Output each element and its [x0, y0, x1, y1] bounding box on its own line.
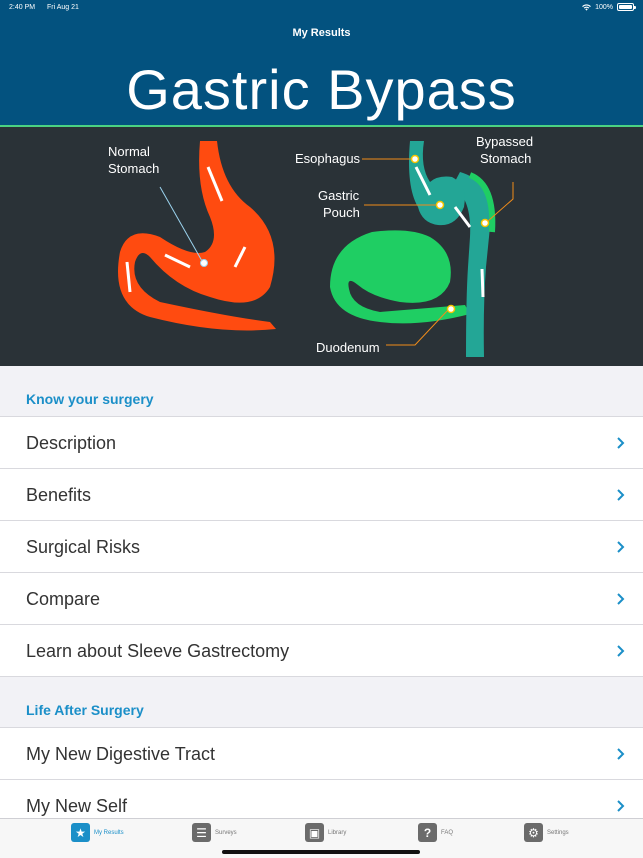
label-duodenum: Duodenum: [316, 340, 380, 355]
chevron-right-icon: [617, 800, 625, 812]
star-icon: ★: [71, 823, 90, 842]
tab-label: FAQ: [441, 829, 454, 836]
life-after-surgery-list: My New Digestive Tract My New Self: [0, 727, 643, 818]
header: My Results Gastric Bypass: [0, 16, 643, 125]
list-item-surgical-risks[interactable]: Surgical Risks: [0, 521, 643, 573]
list-item-label: My New Digestive Tract: [26, 744, 216, 764]
gear-icon: ⚙: [524, 823, 543, 842]
list-item-compare[interactable]: Compare: [0, 573, 643, 625]
list-item-label: Compare: [26, 589, 101, 609]
wifi-icon: [582, 3, 591, 11]
chevron-right-icon: [617, 645, 625, 657]
chevron-right-icon: [617, 437, 625, 449]
list-item-label: Learn about Sleeve Gastrectomy: [26, 641, 290, 661]
nav-title: My Results: [292, 27, 351, 39]
list-item-new-self[interactable]: My New Self: [0, 780, 643, 818]
chevron-right-icon: [617, 541, 625, 553]
list-item-benefits[interactable]: Benefits: [0, 469, 643, 521]
tab-settings[interactable]: ⚙ Settings: [524, 823, 569, 842]
status-time: 2:40 PM: [9, 4, 36, 11]
label-gastric-pouch-2: Pouch: [323, 205, 360, 220]
know-surgery-list: Description Benefits Surgical Risks Comp…: [0, 416, 643, 677]
chevron-right-icon: [617, 489, 625, 501]
tab-label: My Results: [94, 829, 124, 836]
question-icon: ?: [418, 823, 437, 842]
bypass-illustration: [330, 141, 514, 357]
list-item-label: Surgical Risks: [26, 537, 141, 557]
battery-icon: [617, 3, 636, 11]
list-item-new-digestive-tract[interactable]: My New Digestive Tract: [0, 728, 643, 780]
tab-library[interactable]: ▣ Library: [305, 823, 346, 842]
section-header-life-after-surgery: Life After Surgery: [0, 677, 643, 727]
section-header-know-surgery: Know your surgery: [0, 366, 643, 416]
tab-surveys[interactable]: ☰ Surveys: [192, 823, 237, 842]
tab-my-results[interactable]: ★ My Results: [71, 823, 124, 842]
label-bypassed-stomach-2: Stomach: [480, 151, 531, 166]
status-bar: 2:40 PM Fri Aug 21 100%: [0, 0, 643, 16]
battery-level: [619, 5, 632, 9]
list-item-label: Benefits: [26, 485, 92, 505]
tab-label: Settings: [547, 829, 569, 836]
chevron-right-icon: [617, 593, 625, 605]
section-title: Know your surgery: [26, 391, 154, 407]
list-icon: ☰: [192, 823, 211, 842]
status-date: Fri Aug 21: [47, 4, 79, 11]
section-title: Life After Surgery: [26, 702, 144, 718]
list-item-label: Description: [26, 433, 117, 453]
label-gastric-pouch: Gastric: [318, 188, 360, 203]
tab-label: Library: [328, 829, 347, 836]
label-bypassed-stomach: Bypassed: [476, 134, 533, 149]
tab-faq[interactable]: ? FAQ: [418, 823, 453, 842]
list-item-label: My New Self: [26, 796, 128, 816]
label-normal-stomach-2: Stomach: [108, 161, 159, 176]
battery-percent: 100%: [595, 3, 613, 11]
book-icon: ▣: [305, 823, 324, 842]
surgery-diagram: Normal Stomach Esophagus Gastric Pouch B…: [0, 127, 643, 366]
chevron-right-icon: [617, 748, 625, 760]
label-esophagus: Esophagus: [295, 151, 361, 166]
status-indicators: 100%: [582, 3, 636, 11]
content-list: Know your surgery Description Benefits S…: [0, 366, 643, 818]
page-title: Gastric Bypass: [126, 58, 517, 121]
list-item-description[interactable]: Description: [0, 417, 643, 469]
label-normal-stomach: Normal: [108, 144, 150, 159]
list-item-sleeve-gastrectomy[interactable]: Learn about Sleeve Gastrectomy: [0, 625, 643, 677]
home-indicator[interactable]: [222, 850, 420, 854]
tab-label: Surveys: [215, 829, 237, 836]
